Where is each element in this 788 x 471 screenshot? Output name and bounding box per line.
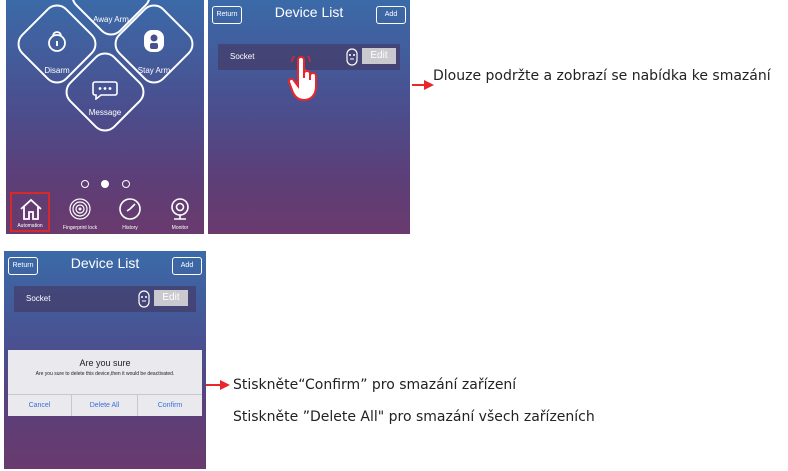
person-home-icon	[144, 30, 164, 52]
nav-history[interactable]: History	[108, 194, 152, 232]
history-icon	[119, 198, 141, 220]
edit-button[interactable]: Edit	[154, 290, 188, 306]
device-name: Socket	[26, 294, 51, 303]
header: Return Device List Add	[4, 251, 206, 281]
home-icon	[20, 198, 42, 220]
home-screen: Away Arm Disarm Stay Arm Message Automat…	[6, 0, 204, 234]
arrow-icon	[412, 80, 434, 90]
page-dot-active	[101, 180, 109, 188]
page-dot	[122, 180, 130, 188]
page-indicator[interactable]	[81, 180, 131, 188]
confirm-button[interactable]: Confirm	[138, 395, 202, 416]
cancel-button[interactable]: Cancel	[8, 395, 72, 416]
message-label: Message	[88, 108, 122, 117]
nav-fingerprint-label: Fingerprint lock	[62, 225, 98, 231]
add-button[interactable]: Add	[376, 6, 406, 24]
socket-icon	[138, 290, 150, 308]
message-icon	[92, 81, 118, 100]
dialog-message: Are you sure to delete this device,then …	[35, 371, 175, 377]
fingerprint-icon	[69, 198, 91, 220]
confirm-annotation: Stiskněte“Confirm” pro smazání zařízení	[233, 377, 517, 393]
nav-fingerprint-lock[interactable]: Fingerprint lock	[58, 194, 102, 232]
nav-automation-label: Automation	[17, 223, 43, 229]
edit-button[interactable]: Edit	[362, 48, 396, 64]
unlock-icon	[48, 31, 66, 52]
hand-pointer-icon	[287, 56, 317, 102]
socket-icon	[346, 48, 358, 66]
add-button[interactable]: Add	[172, 257, 202, 275]
device-name: Socket	[230, 52, 255, 61]
nav-automation[interactable]: Automation	[10, 192, 50, 232]
camera-icon	[171, 198, 189, 220]
nav-monitor-label: Monitor	[171, 225, 189, 231]
nav-history-label: History	[122, 225, 138, 231]
device-list-screen: Return Device List Add Socket Edit	[208, 0, 410, 234]
confirm-dialog: Are you sure Are you sure to delete this…	[8, 350, 202, 416]
delete-dialog-screen: Return Device List Add Socket Edit Are y…	[4, 251, 206, 469]
header: Return Device List Add	[208, 0, 410, 30]
arrow-icon	[206, 380, 230, 390]
device-row[interactable]: Socket Edit	[14, 286, 196, 312]
dialog-title: Are you sure	[79, 358, 131, 368]
delete-all-annotation: Stiskněte ”Delete All" pro smazání všech…	[233, 409, 595, 425]
nav-monitor[interactable]: Monitor	[158, 194, 202, 232]
page-dot	[81, 180, 89, 188]
delete-all-button[interactable]: Delete All	[72, 395, 138, 416]
long-press-annotation: Dlouze podržte a zobrazí se nabídka ke s…	[433, 68, 771, 84]
